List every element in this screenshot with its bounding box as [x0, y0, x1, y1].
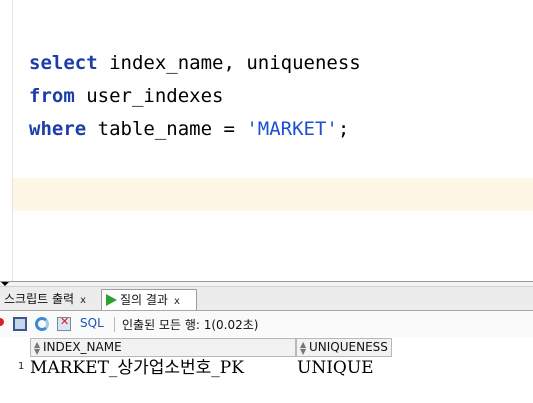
editor-gutter-line: [12, 0, 13, 281]
keyword-from: from: [29, 85, 75, 107]
pin-icon[interactable]: [0, 318, 4, 326]
code-text: user_indexes: [74, 85, 224, 107]
column-header-label: UNIQUENESS: [309, 340, 388, 354]
clear-results-icon[interactable]: [57, 315, 71, 331]
sql-button[interactable]: SQL: [80, 316, 104, 330]
print-icon[interactable]: [13, 317, 27, 331]
tab-script-output[interactable]: 스크립트 출력 x: [0, 289, 100, 310]
code-text: index_name, uniqueness: [97, 52, 361, 74]
close-icon[interactable]: x: [80, 295, 86, 306]
tab-label: 스크립트 출력: [4, 292, 75, 306]
collapse-arrow-icon[interactable]: [1, 282, 9, 286]
refresh-icon[interactable]: [35, 317, 49, 331]
string-literal: 'MARKET': [246, 118, 338, 140]
code-text: ;: [337, 118, 350, 140]
keyword-where: where: [29, 118, 87, 140]
tab-label: 질의 결과: [120, 293, 168, 307]
column-header-label: INDEX_NAME: [43, 340, 122, 354]
keyword-select: select: [29, 52, 98, 74]
fetch-status: 인출된 모든 행: 1(0.02초): [122, 318, 259, 332]
sort-icon[interactable]: ▲ ▼: [300, 341, 306, 356]
result-tab-bar: 스크립트 출력 x 질의 결과 x: [0, 287, 533, 311]
table-row[interactable]: 1 MARKET_상가업소번호_PK UNIQUE: [0, 357, 533, 379]
run-icon: [106, 294, 117, 306]
sort-icon[interactable]: ▲ ▼: [34, 341, 40, 356]
close-icon[interactable]: x: [174, 296, 180, 307]
code-text: table_name =: [86, 118, 247, 140]
result-grid[interactable]: ▲ ▼ INDEX_NAME ▲ ▼ UNIQUENESS 1 MARKET_상가업소번…: [0, 337, 533, 403]
cell-index-name[interactable]: MARKET_상가업소번호_PK: [30, 357, 296, 379]
code-line-2[interactable]: from user_indexes: [29, 85, 223, 107]
toolbar-divider: [114, 317, 115, 332]
cell-uniqueness[interactable]: UNIQUE: [297, 357, 393, 379]
row-number: 1: [18, 361, 25, 372]
column-header-index-name[interactable]: ▲ ▼ INDEX_NAME: [30, 338, 296, 357]
tab-query-result[interactable]: 질의 결과 x: [101, 289, 197, 310]
column-header-uniqueness[interactable]: ▲ ▼ UNIQUENESS: [296, 338, 392, 357]
code-line-1[interactable]: select index_name, uniqueness: [29, 52, 361, 74]
current-line-highlight: [13, 178, 533, 211]
result-toolbar: SQL 인출된 모든 행: 1(0.02초): [0, 311, 533, 337]
sql-editor[interactable]: select index_name, uniqueness from user_…: [0, 0, 533, 281]
code-line-3[interactable]: where table_name = 'MARKET';: [29, 118, 349, 140]
